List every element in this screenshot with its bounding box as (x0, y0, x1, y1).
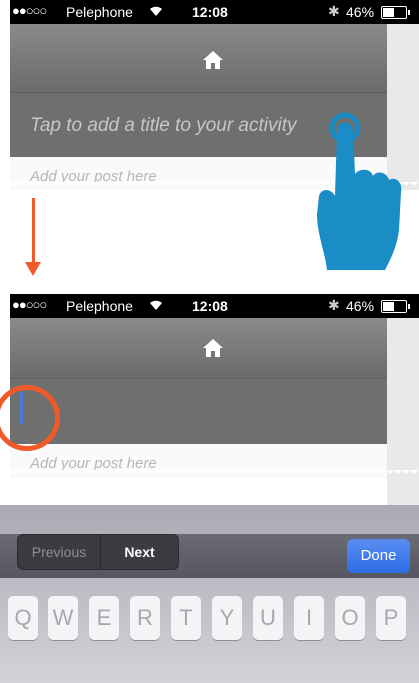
prev-next-segmented-control: Previous Next (17, 534, 179, 570)
key-q[interactable]: Q (8, 596, 38, 640)
bluetooth-icon: ✱ (328, 297, 340, 313)
battery-percent: 46% (346, 298, 375, 314)
key-w[interactable]: W (48, 596, 78, 640)
home-icon[interactable] (202, 338, 224, 358)
key-t[interactable]: T (171, 596, 201, 640)
tap-gesture-icon (317, 112, 402, 270)
battery-percent: 46% (346, 4, 375, 20)
clock: 12:08 (192, 298, 228, 314)
key-r[interactable]: R (130, 596, 160, 640)
status-bar: ●●○○○ Pelephone 12:08 ✱ 46% (10, 294, 419, 318)
wifi-icon (150, 300, 162, 310)
key-p[interactable]: P (376, 596, 406, 640)
transition-arrow (32, 198, 35, 264)
navigation-bar (10, 318, 387, 379)
screenshot-after: ●●○○○ Pelephone 12:08 ✱ 46% Add your pos… (10, 294, 419, 505)
key-i[interactable]: I (294, 596, 324, 640)
key-o[interactable]: O (335, 596, 365, 640)
torn-edge (10, 470, 419, 478)
carrier-name: Pelephone (66, 4, 133, 20)
bluetooth-icon: ✱ (328, 3, 340, 19)
title-field-focused[interactable] (10, 379, 387, 444)
navigation-bar (10, 24, 387, 93)
keyboard (0, 505, 419, 683)
wifi-icon (150, 6, 162, 16)
next-button[interactable]: Next (101, 535, 178, 569)
battery-icon (381, 6, 410, 19)
signal-strength-icon: ●●○○○ (12, 3, 47, 18)
key-e[interactable]: E (89, 596, 119, 640)
clock: 12:08 (192, 4, 228, 20)
home-icon[interactable] (202, 50, 224, 70)
key-u[interactable]: U (253, 596, 283, 640)
done-button[interactable]: Done (347, 539, 410, 573)
signal-strength-icon: ●●○○○ (12, 297, 47, 312)
status-bar: ●●○○○ Pelephone 12:08 ✱ 46% (10, 0, 419, 24)
key-y[interactable]: Y (212, 596, 242, 640)
carrier-name: Pelephone (66, 298, 133, 314)
battery-icon (381, 300, 410, 313)
title-placeholder: Tap to add a title to your activity (30, 115, 297, 136)
transition-arrow-head (25, 262, 41, 276)
previous-button[interactable]: Previous (18, 535, 100, 569)
